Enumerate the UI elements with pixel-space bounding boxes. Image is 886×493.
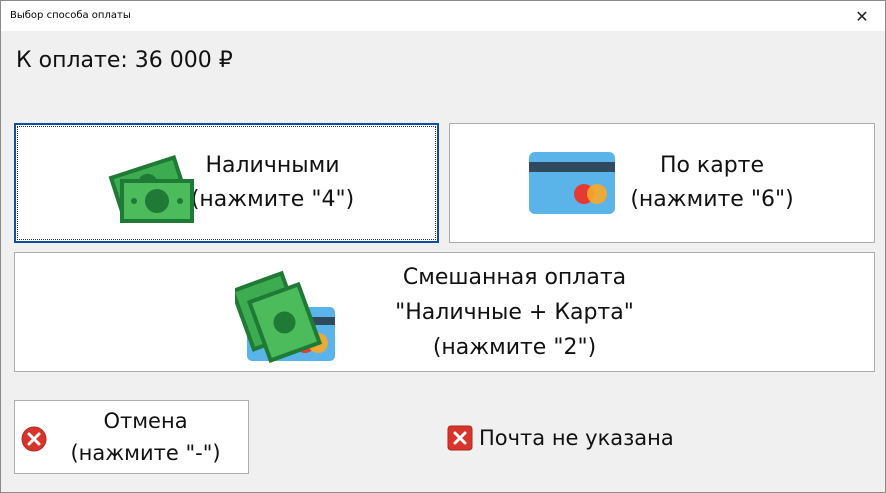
credit-card-icon	[529, 152, 615, 214]
mixed-payment-button[interactable]: Смешанная оплата "Наличные + Карта" (наж…	[14, 252, 875, 372]
cancel-button-label: Отмена (нажмите "-")	[70, 409, 221, 465]
error-icon	[447, 425, 473, 451]
card-button-label: По карте (нажмите "6")	[630, 153, 794, 212]
cash-button-label: Наличными (нажмите "4")	[190, 153, 355, 212]
title-bar: Выбор способа оплаты ✕	[1, 1, 885, 31]
email-status-text: Почта не указана	[479, 426, 674, 450]
payment-method-dialog: Выбор способа оплаты ✕ К оплате: 36 000 …	[0, 0, 886, 493]
cash-icon	[108, 155, 194, 223]
mixed-payment-button-label: Смешанная оплата "Наличные + Карта" (наж…	[395, 264, 634, 360]
amount-due: К оплате: 36 000 ₽	[16, 48, 233, 73]
cash-button[interactable]: Наличными (нажмите "4")	[14, 123, 439, 243]
cancel-button[interactable]: Отмена (нажмите "-")	[14, 400, 249, 474]
card-button[interactable]: По карте (нажмите "6")	[449, 123, 875, 243]
cancel-icon	[21, 426, 47, 452]
window-title: Выбор способа оплаты	[10, 10, 131, 21]
cash-and-card-icon	[235, 270, 335, 363]
email-status: Почта не указана	[447, 425, 674, 451]
close-button[interactable]: ✕	[839, 1, 885, 31]
